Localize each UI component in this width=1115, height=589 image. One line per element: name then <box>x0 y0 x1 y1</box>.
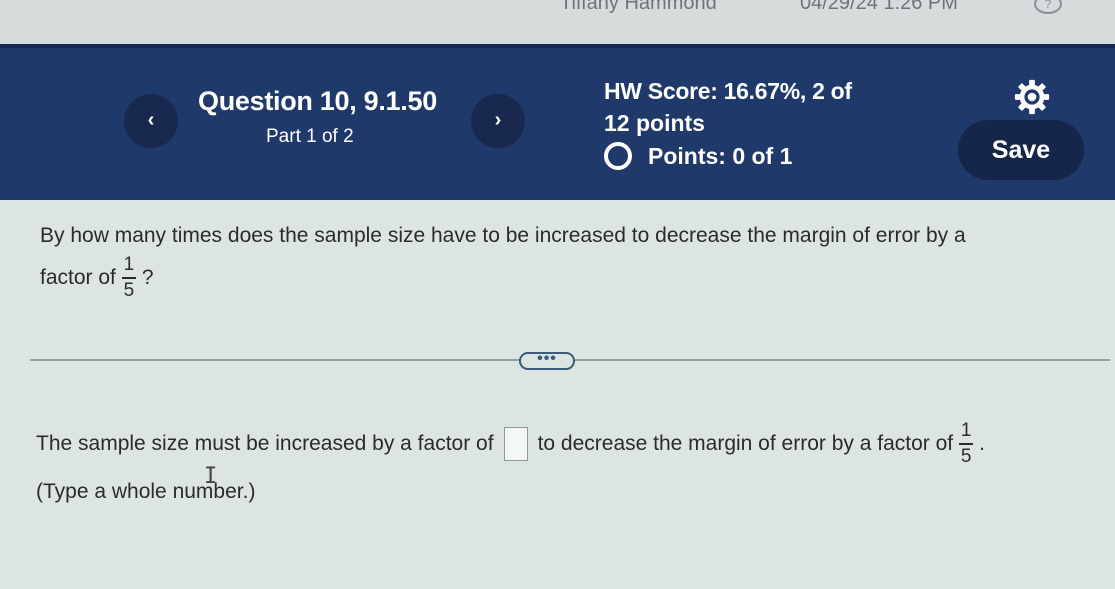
answer-sentence: The sample size must be increased by a f… <box>36 420 985 468</box>
points-ring-icon <box>604 142 632 170</box>
fraction-numerator: 1 <box>960 420 972 441</box>
answer-hint: (Type a whole number.) <box>36 480 256 503</box>
chevron-left-icon: ‹ <box>147 109 155 131</box>
question-suffix: ? <box>141 266 154 289</box>
answer-prefix: The sample size must be increased by a f… <box>36 432 494 455</box>
answer-suffix: to decrease the margin of error by a fac… <box>537 432 954 455</box>
fraction-bar <box>121 277 136 279</box>
question-text-line1: By how many times does the sample size h… <box>40 224 966 247</box>
timestamp: 04/29/24 1:26 PM <box>800 0 958 14</box>
help-icon[interactable]: ? <box>1034 0 1062 14</box>
points-label: Points: 0 of 1 <box>648 142 793 169</box>
user-name: Tiffany Hammond <box>560 0 717 14</box>
answer-fraction: 1 5 <box>959 420 974 468</box>
question-header: ‹ Question 10, 9.1.50 Part 1 of 2 › HW S… <box>0 44 1115 200</box>
fraction-denominator: 5 <box>123 280 135 301</box>
fraction-denominator: 5 <box>960 446 972 467</box>
answer-input[interactable] <box>503 427 528 461</box>
hw-score-line2: 12 points <box>604 110 705 136</box>
hw-score-line1: HW Score: 16.67%, 2 of <box>604 78 852 104</box>
save-button[interactable]: Save <box>958 120 1084 180</box>
part-label: Part 1 of 2 <box>266 126 354 147</box>
answer-end: . <box>979 432 985 455</box>
question-title: Question 10, 9.1.50 <box>198 86 437 116</box>
points-status: Points: 0 of 1 <box>604 142 792 170</box>
next-question-button[interactable]: › <box>471 94 525 148</box>
text-cursor-icon: I <box>204 464 218 489</box>
more-options-button[interactable]: ••• <box>519 351 575 370</box>
top-status-strip: Tiffany Hammond 04/29/24 1:26 PM ? <box>0 0 1115 44</box>
previous-question-button[interactable]: ‹ <box>124 94 178 148</box>
fraction-bar <box>959 443 974 445</box>
question-prefix: factor of <box>40 266 116 289</box>
gear-icon[interactable] <box>1013 78 1051 116</box>
question-text-line2: factor of 1 5 ? <box>40 254 154 302</box>
question-fraction: 1 5 <box>121 254 136 302</box>
fraction-numerator: 1 <box>123 254 135 275</box>
chevron-right-icon: › <box>494 109 502 131</box>
